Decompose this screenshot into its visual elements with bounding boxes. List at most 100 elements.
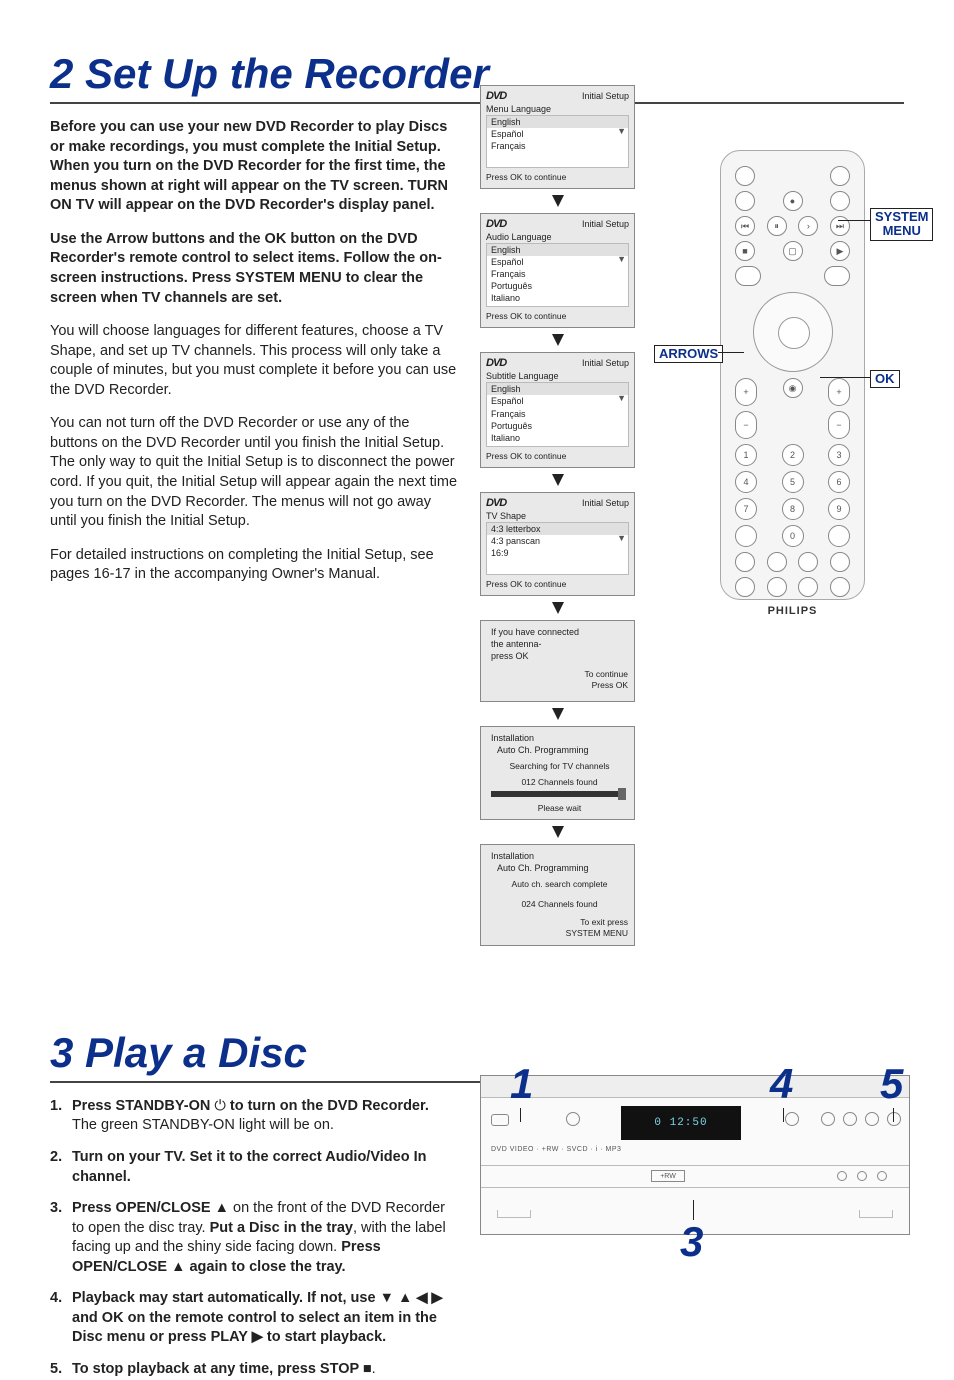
remote-digit-button: 3: [828, 444, 850, 466]
osd-item-selected: English: [487, 116, 628, 128]
osd-list: ▲▼ 4:3 letterbox 4:3 panscan 16:9: [486, 522, 629, 575]
device-foot: [497, 1210, 531, 1218]
diagram-number-3: 3: [680, 1218, 703, 1266]
callout-system-menu: SYSTEMMENU: [870, 208, 933, 241]
remote-button: [735, 525, 757, 547]
dvd-logo-icon: DVD: [486, 357, 506, 369]
philips-brand-label: PHILIPS: [729, 605, 856, 617]
disc-tray-label: +RW: [651, 1170, 685, 1182]
device-top-edge: [481, 1076, 909, 1098]
remote-digit-button: 5: [782, 471, 804, 493]
remote-button: [735, 552, 755, 572]
remote-button: [828, 525, 850, 547]
remote-digit-button: 9: [828, 498, 850, 520]
play-button: [865, 1112, 879, 1126]
remote-button: ■: [735, 241, 755, 261]
down-arrow-icon: [552, 334, 564, 346]
remote-digit-button: 1: [735, 444, 757, 466]
down-arrow-icon: [552, 708, 564, 720]
remote-button: [798, 552, 818, 572]
osd-item: Français: [491, 408, 624, 420]
section-2-p1: You will choose languages for different …: [50, 322, 460, 400]
remote-button: [830, 552, 850, 572]
section-2-text-column: Before you can use your new DVD Recorder…: [50, 118, 460, 599]
step-4: 4. Playback may start automatically. If …: [50, 1289, 450, 1348]
remote-button: [735, 166, 755, 186]
osd-footer: Press OK to continue: [486, 579, 629, 589]
remote-record-button: ●: [783, 191, 803, 211]
device-playback-controls: [785, 1112, 901, 1126]
osd-searching: Installation Auto Ch. Programming Search…: [480, 726, 635, 820]
step-2: 2. Turn on your TV. Set it to the correc…: [50, 1148, 450, 1187]
osd-antenna: If you have connected the antenna- press…: [480, 620, 635, 702]
remote-button: ›: [798, 216, 818, 236]
next-button: [887, 1112, 901, 1126]
osd-item: Italiano: [491, 292, 624, 304]
progress-bar: [491, 791, 622, 797]
osd-item: Italiano: [491, 432, 624, 444]
remote-button: ⏭: [830, 216, 850, 236]
down-arrow-icon: [552, 826, 564, 838]
osd-item: Português: [491, 420, 624, 432]
osd-tv-shape: DVDInitial Setup TV Shape ▲▼ 4:3 letterb…: [480, 492, 635, 596]
osd-complete: Installation Auto Ch. Programming Auto c…: [480, 844, 635, 946]
diagram-number-5: 5: [880, 1060, 903, 1108]
remote-button: −: [735, 411, 757, 439]
down-arrow-icon: [552, 474, 564, 486]
section-2-p2: You can not turn off the DVD Recorder or…: [50, 414, 460, 531]
remote-button: ◉: [783, 378, 803, 398]
osd-footer: Press OK to continue: [486, 451, 629, 461]
device-main-panel: 0 12:50 DVD VIDEO · +RW · SVCD · i · MP3: [481, 1098, 909, 1166]
osd-line: Searching for TV channels: [491, 761, 628, 771]
remote-button: [735, 191, 755, 211]
osd-item: Español: [491, 395, 624, 407]
remote-digit-button: 8: [782, 498, 804, 520]
record-button: [785, 1112, 799, 1126]
osd-item: 4:3 panscan: [491, 535, 624, 547]
standby-on-button: [491, 1114, 509, 1126]
osd-header: Initial Setup: [582, 219, 629, 229]
osd-item: Français: [491, 140, 624, 152]
osd-title: Menu Language: [486, 104, 629, 114]
prev-button: [821, 1112, 835, 1126]
remote-button: [767, 577, 787, 597]
progress-handle: [618, 788, 626, 800]
osd-menu-language: DVDInitial Setup Menu Language ▲▼ Englis…: [480, 85, 635, 189]
remote-digit-button: 0: [782, 525, 804, 547]
front-av-jacks: [837, 1171, 887, 1181]
remote-button: +: [828, 378, 850, 406]
remote-button: [830, 191, 850, 211]
remote-button: [735, 266, 761, 286]
osd-line: To exit press: [580, 917, 628, 927]
osd-item-selected: 4:3 letterbox: [487, 523, 628, 535]
dvd-recorder-front-panel: 0 12:50 DVD VIDEO · +RW · SVCD · i · MP3…: [480, 1075, 910, 1235]
remote-digit-button: 7: [735, 498, 757, 520]
osd-item: 16:9: [491, 547, 624, 559]
callout-arrows: ARROWS: [654, 345, 723, 363]
diagram-number-1: 1: [510, 1060, 533, 1108]
osd-item: Español: [491, 256, 624, 268]
section-2-intro: Before you can use your new DVD Recorder…: [50, 118, 460, 216]
osd-line: the antenna-: [491, 639, 628, 649]
play-disc-steps: 1. Press STANDBY-ON ⏻ to turn on the DVD…: [50, 1097, 450, 1380]
osd-footer: Press OK to continue: [486, 311, 629, 321]
remote-button: −: [828, 411, 850, 439]
remote-body: ● ⏮⏸›⏭ ■▢▶ +◉+ −− 123 456 789 0 PHILIPS: [720, 150, 865, 600]
osd-line: Auto Ch. Programming: [497, 863, 628, 873]
section-2-title: 2 Set Up the Recorder: [50, 50, 904, 104]
osd-line: If you have connected: [491, 627, 628, 637]
remote-control-illustration: ● ⏮⏸›⏭ ■▢▶ +◉+ −− 123 456 789 0 PHILIPS …: [720, 150, 930, 600]
osd-line: Press OK: [592, 680, 628, 690]
osd-line: Auto ch. search complete: [491, 879, 628, 889]
dvd-logo-icon: DVD: [486, 218, 506, 230]
device-lower-strip: +RW: [481, 1166, 909, 1188]
osd-audio-language: DVDInitial Setup Audio Language ▲▼ Engli…: [480, 213, 635, 329]
remote-nav-ring: [753, 292, 833, 372]
osd-line: 012 Channels found: [491, 777, 628, 787]
osd-line: Installation: [491, 733, 628, 743]
down-arrow-icon: [552, 602, 564, 614]
remote-button: +: [735, 378, 757, 406]
open-close-button: [566, 1112, 580, 1126]
osd-line: To continue: [585, 669, 628, 679]
osd-title: Subtitle Language: [486, 371, 629, 381]
